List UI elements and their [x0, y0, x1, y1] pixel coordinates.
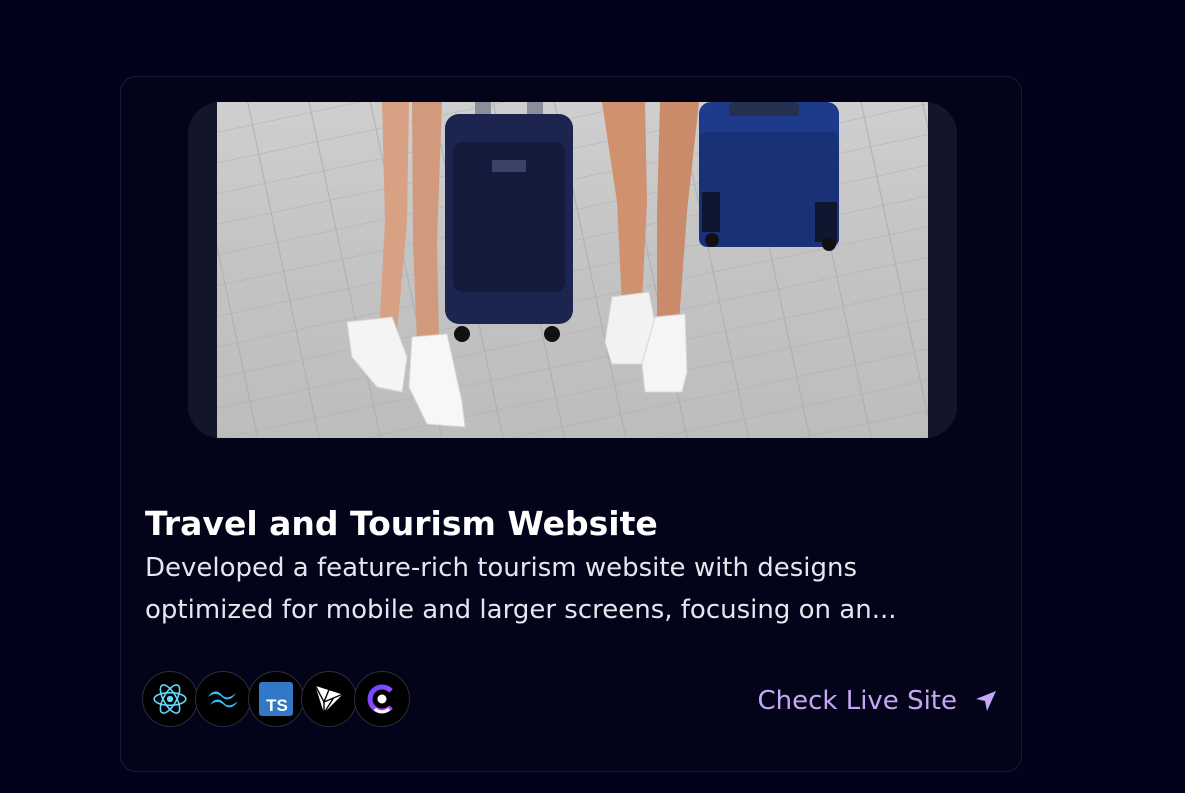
svg-text:TS: TS	[266, 696, 288, 715]
react-icon	[142, 671, 198, 727]
project-image-frame	[188, 102, 957, 438]
project-description: Developed a feature-rich tourism website…	[145, 553, 897, 625]
travel-photo-illustration	[217, 102, 928, 438]
three-js-icon	[301, 671, 357, 727]
check-live-site-label: Check Live Site	[757, 686, 957, 716]
project-card: Travel and Tourism Website Developed a f…	[120, 76, 1022, 772]
tailwind-icon	[195, 671, 251, 727]
project-image	[217, 102, 928, 438]
tech-stack-icons: TS	[142, 671, 422, 731]
project-title: Travel and Tourism Website	[145, 504, 658, 543]
typescript-icon: TS	[248, 671, 304, 727]
check-live-site-link[interactable]: Check Live Site	[757, 681, 997, 721]
clerk-icon	[354, 671, 410, 727]
location-arrow-icon	[976, 691, 996, 711]
